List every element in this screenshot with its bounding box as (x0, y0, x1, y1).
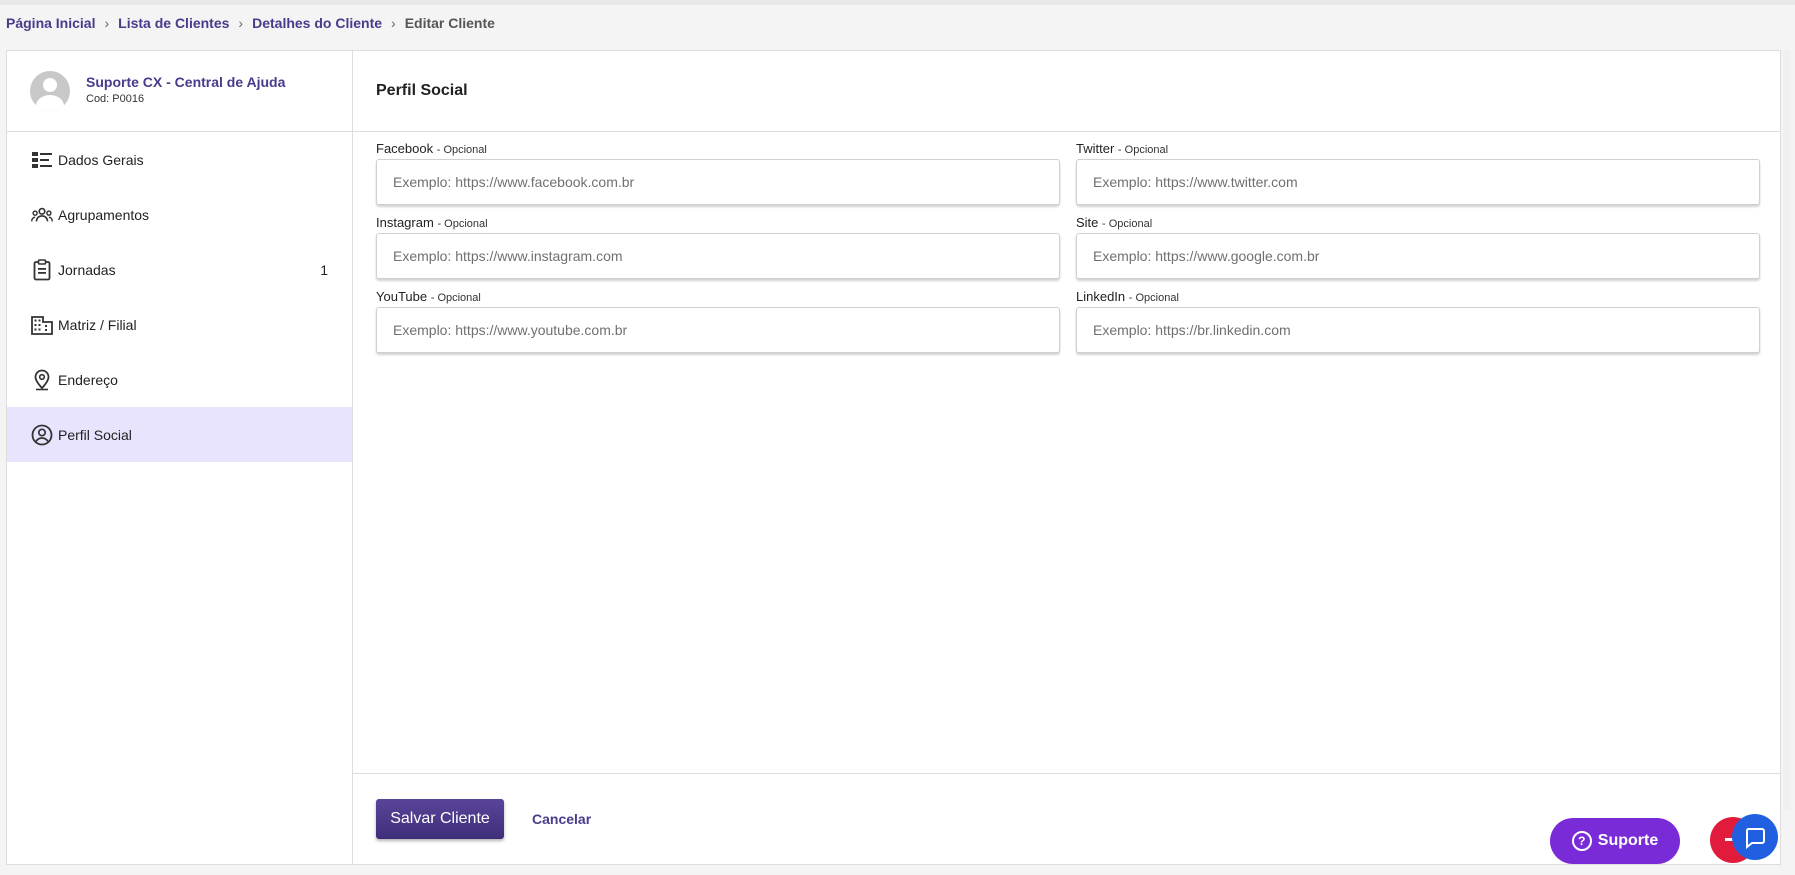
instagram-input[interactable] (376, 233, 1060, 279)
sidebar-item-label: Endereço (58, 371, 118, 388)
sidebar-item-label: Perfil Social (58, 426, 132, 443)
cancel-link[interactable]: Cancelar (532, 811, 591, 827)
client-header: Suporte CX - Central de Ajuda Cod: P0016 (7, 51, 352, 132)
twitter-input[interactable] (1076, 159, 1760, 205)
edit-client-card: Suporte CX - Central de Ajuda Cod: P0016… (6, 50, 1781, 865)
youtube-label: YouTube - Opcional (376, 289, 481, 304)
optional-tag: - Opcional (1102, 218, 1153, 230)
sidebar-item-label: Agrupamentos (58, 206, 150, 223)
breadcrumb-separator-icon: › (104, 15, 110, 31)
sidebar-item-dados-gerais[interactable]: Dados Gerais (7, 132, 352, 187)
breadcrumb: Página Inicial › Lista de Clientes › Det… (6, 13, 495, 33)
building-icon (31, 314, 53, 336)
clipboard-icon (31, 258, 53, 281)
sidebar-item-label: Dados Gerais (58, 151, 144, 168)
sidebar-item-matriz-filial[interactable]: Matriz / Filial (7, 297, 352, 352)
help-circle-icon: ? (1571, 831, 1592, 851)
chat-bubble-icon (1745, 828, 1765, 849)
client-name: Suporte CX - Central de Ajuda (86, 74, 286, 90)
breadcrumb-separator-icon: › (391, 15, 396, 31)
save-client-button[interactable]: Salvar Cliente (376, 799, 504, 839)
page-scrollbar[interactable] (1783, 50, 1791, 810)
optional-tag: - Opcional (1128, 292, 1179, 304)
facebook-label: Facebook - Opcional (376, 141, 487, 156)
support-button-label: Suporte (1597, 832, 1659, 849)
facebook-field-group: Facebook - Opcional (376, 140, 1060, 205)
optional-tag: - Opcional (430, 292, 481, 304)
content-panel: Perfil Social Facebook - Opcional Twitte… (352, 51, 1780, 864)
top-bar (0, 0, 1795, 5)
content-header: Perfil Social (352, 51, 1780, 132)
breadcrumb-client-details[interactable]: Detalhes do Cliente (252, 15, 382, 31)
location-pin-icon (31, 369, 53, 391)
sidebar-item-jornadas[interactable]: Jornadas 1 (7, 242, 352, 297)
sidebar-item-perfil-social[interactable]: Perfil Social (7, 407, 352, 462)
breadcrumb-current: Editar Cliente (404, 15, 495, 31)
account-circle-icon (31, 424, 53, 446)
linkedin-label: LinkedIn - Opcional (1076, 289, 1179, 304)
client-code: Cod: P0016 (86, 93, 145, 105)
breadcrumb-home[interactable]: Página Inicial (6, 15, 95, 31)
site-input[interactable] (1076, 233, 1760, 279)
optional-tag: - Opcional (436, 144, 487, 156)
youtube-input[interactable] (376, 307, 1060, 353)
avatar (30, 71, 70, 111)
instagram-label: Instagram - Opcional (376, 215, 488, 230)
facebook-input[interactable] (376, 159, 1060, 205)
group-icon (31, 204, 53, 226)
site-label: Site - Opcional (1076, 215, 1153, 230)
twitter-field-group: Twitter - Opcional (1076, 140, 1760, 205)
breadcrumb-separator-icon: › (238, 15, 244, 31)
support-button[interactable]: ? Suporte (1550, 818, 1680, 864)
list-icon (31, 149, 53, 171)
linkedin-input[interactable] (1076, 307, 1760, 353)
youtube-field-group: YouTube - Opcional (376, 288, 1060, 353)
linkedin-field-group: LinkedIn - Opcional (1076, 288, 1760, 353)
sidebar-item-label: Matriz / Filial (58, 316, 137, 333)
breadcrumb-client-list[interactable]: Lista de Clientes (118, 15, 229, 31)
optional-tag: - Opcional (1117, 144, 1169, 156)
page-title: Perfil Social (376, 82, 468, 99)
sidebar-item-count-badge: 1 (320, 261, 328, 278)
twitter-label: Twitter - Opcional (1076, 141, 1169, 156)
sidebar-item-label: Jornadas (58, 261, 116, 278)
sidebar-item-endereco[interactable]: Endereço (7, 352, 352, 407)
optional-tag: - Opcional (437, 218, 488, 230)
chat-fab[interactable] (1732, 814, 1778, 860)
sidebar-menu: Dados Gerais Agrupamentos Jornadas 1 Mat… (7, 132, 352, 462)
sidebar: Suporte CX - Central de Ajuda Cod: P0016… (7, 51, 353, 864)
sidebar-item-agrupamentos[interactable]: Agrupamentos (7, 187, 352, 242)
site-field-group: Site - Opcional (1076, 214, 1760, 279)
instagram-field-group: Instagram - Opcional (376, 214, 1060, 279)
